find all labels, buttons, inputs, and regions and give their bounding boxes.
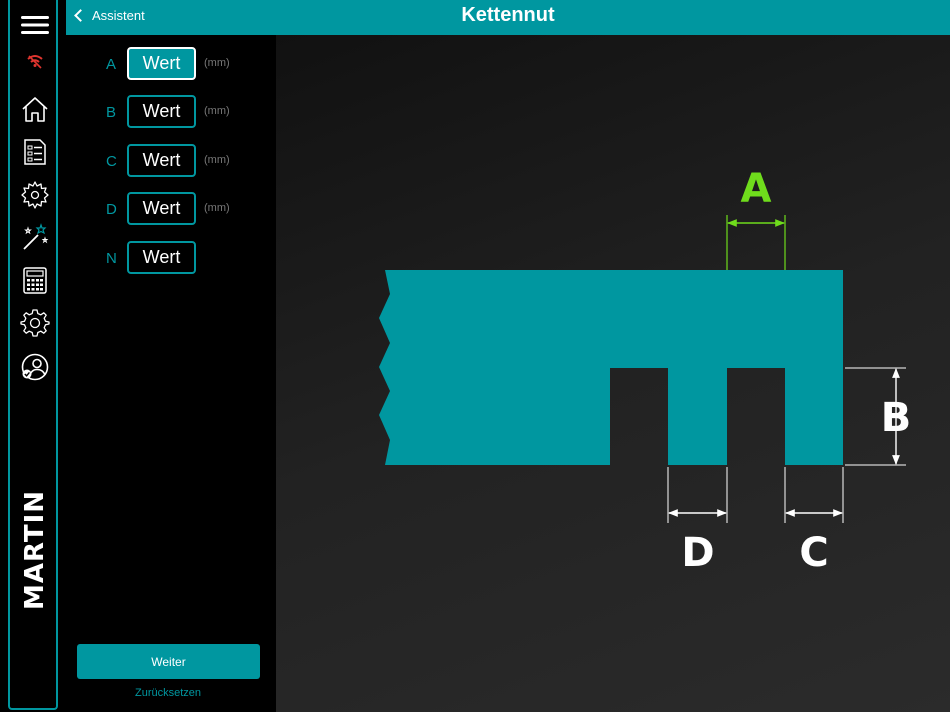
page-title: Kettennut bbox=[461, 4, 555, 26]
value-input-d[interactable]: Wert bbox=[127, 192, 196, 225]
value-input-c[interactable]: Wert bbox=[127, 144, 196, 177]
field-label: D bbox=[106, 201, 117, 218]
dimension-c-label: C bbox=[799, 530, 828, 576]
value-input-n[interactable]: Wert bbox=[127, 241, 196, 274]
user-icon[interactable] bbox=[18, 350, 52, 384]
field-row-n: N Wert bbox=[66, 241, 276, 277]
reset-link[interactable]: Zurücksetzen bbox=[66, 687, 270, 699]
field-row-c: C Wert (mm) bbox=[66, 144, 276, 180]
menu-icon[interactable] bbox=[18, 8, 52, 42]
value-input-b[interactable]: Wert bbox=[127, 95, 196, 128]
unit-label: (mm) bbox=[204, 57, 230, 69]
chain-groove-diagram: A B D C bbox=[379, 166, 912, 576]
magic-wand-icon[interactable] bbox=[18, 220, 52, 254]
home-icon[interactable] bbox=[18, 92, 52, 126]
brand-logo: MARTIN bbox=[20, 489, 50, 611]
unit-label: (mm) bbox=[204, 154, 230, 166]
field-label: B bbox=[106, 104, 117, 121]
saw-blade-icon[interactable] bbox=[18, 178, 52, 212]
dimension-a-label: A bbox=[741, 166, 772, 212]
dimension-d-label: D bbox=[681, 530, 714, 576]
input-panel: A Wert (mm) B Wert (mm) C Wert (mm) D We… bbox=[66, 35, 276, 712]
dimension-b-label: B bbox=[881, 395, 912, 441]
field-label: A bbox=[106, 56, 117, 73]
checklist-icon[interactable] bbox=[18, 135, 52, 169]
field-label: C bbox=[106, 153, 117, 170]
field-row-a: A Wert (mm) bbox=[66, 47, 276, 83]
unit-label: (mm) bbox=[204, 202, 230, 214]
wifi-off-icon bbox=[18, 44, 52, 78]
field-row-b: B Wert (mm) bbox=[66, 95, 276, 131]
next-button[interactable]: Weiter bbox=[77, 644, 260, 679]
value-input-a[interactable]: Wert bbox=[127, 47, 196, 80]
header-bar: Assistent Kettennut bbox=[66, 0, 950, 35]
sidebar: MARTIN bbox=[8, 0, 58, 710]
settings-icon[interactable] bbox=[18, 306, 52, 340]
calculator-icon[interactable] bbox=[18, 263, 52, 297]
unit-label: (mm) bbox=[204, 105, 230, 117]
diagram-canvas: A B D C bbox=[276, 35, 950, 712]
workpiece-shape bbox=[379, 270, 843, 465]
field-label: N bbox=[106, 250, 117, 267]
field-row-d: D Wert (mm) bbox=[66, 192, 276, 228]
